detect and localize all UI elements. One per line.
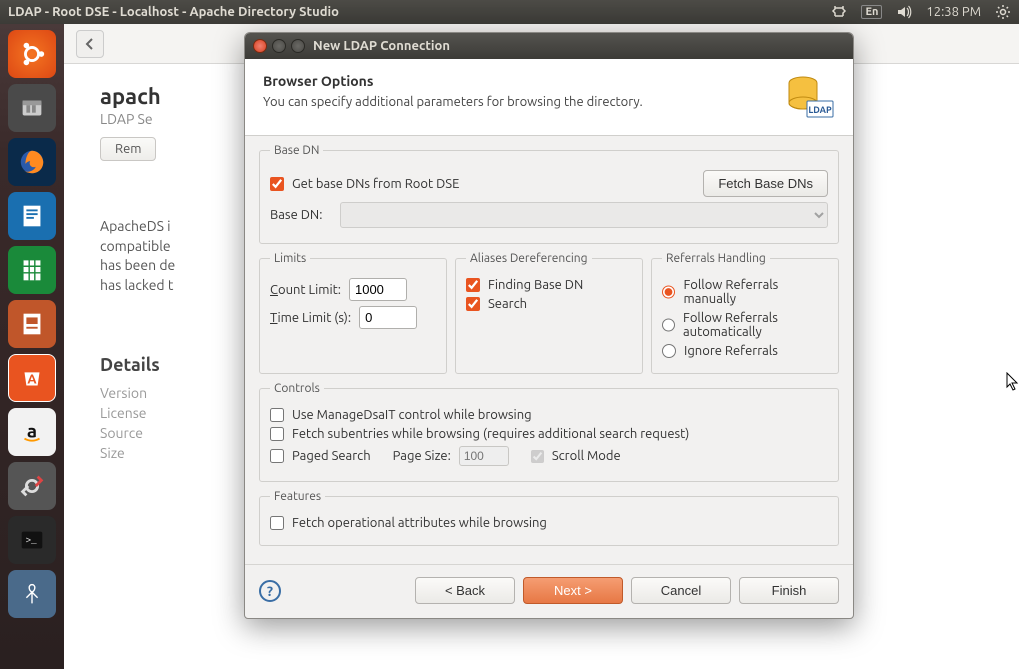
manage-dsa-label: Use ManageDsaIT control while browsing <box>292 408 532 422</box>
search-label: Search <box>488 297 527 311</box>
base-dn-select[interactable] <box>340 202 828 228</box>
directory-studio-icon[interactable] <box>8 570 56 618</box>
svg-text:LDAP: LDAP <box>808 105 832 115</box>
svg-text:A: A <box>27 373 37 387</box>
count-limit-input[interactable] <box>349 278 407 301</box>
page-size-input <box>459 446 509 466</box>
window-buttons <box>253 39 305 53</box>
dialog-header: Browser Options You can specify addition… <box>245 59 853 136</box>
dash-icon[interactable] <box>8 30 56 78</box>
firefox-icon[interactable] <box>8 138 56 186</box>
cancel-button[interactable]: Cancel <box>631 577 731 604</box>
dialog-footer: ? < Back Next > Cancel Finish <box>245 564 853 618</box>
time-limit-label: Time Limit (s): <box>270 311 351 325</box>
search-checkbox[interactable] <box>466 297 480 311</box>
next-button[interactable]: Next > <box>523 577 623 604</box>
referrals-ignore-radio[interactable] <box>662 344 676 358</box>
scroll-mode-label: Scroll Mode <box>552 449 621 463</box>
fetch-base-dns-button[interactable]: Fetch Base DNs <box>703 170 828 197</box>
cursor-icon <box>1006 372 1019 395</box>
scroll-mode-checkbox <box>531 450 544 463</box>
get-base-dns-checkbox[interactable] <box>270 177 284 191</box>
ldap-icon: LDAP <box>779 73 835 121</box>
paged-search-checkbox[interactable] <box>270 449 284 463</box>
base-dn-label: Base DN: <box>270 208 332 222</box>
remove-button[interactable]: Rem <box>100 137 156 161</box>
writer-icon[interactable] <box>8 192 56 240</box>
get-base-dns-label: Get base DNs from Root DSE <box>292 177 459 191</box>
close-icon[interactable] <box>253 39 267 53</box>
limits-legend: Limits <box>270 252 310 265</box>
clock[interactable]: 12:38 PM <box>926 5 981 19</box>
minimize-icon[interactable] <box>272 39 286 53</box>
controls-group: Controls Use ManageDsaIT control while b… <box>259 382 839 482</box>
top-panel: LDAP - Root DSE - Localhost - Apache Dir… <box>0 0 1019 24</box>
aliases-legend: Aliases Dereferencing <box>466 252 592 265</box>
features-group: Features Fetch operational attributes wh… <box>259 490 839 546</box>
limits-group: Limits Count Limit: Time Limit (s): <box>259 252 447 374</box>
page-size-label: Page Size: <box>393 449 451 463</box>
aliases-group: Aliases Dereferencing Finding Base DN Se… <box>455 252 643 374</box>
network-icon[interactable] <box>831 4 847 20</box>
referrals-manual-label: Follow Referrals manually <box>683 278 828 306</box>
impress-icon[interactable] <box>8 300 56 348</box>
finding-base-dn-checkbox[interactable] <box>466 278 480 292</box>
back-button[interactable]: < Back <box>415 577 515 604</box>
referrals-auto-radio[interactable] <box>662 318 675 332</box>
dialog-header-title: Browser Options <box>263 73 769 89</box>
dialog-titlebar[interactable]: New LDAP Connection <box>245 33 853 59</box>
base-dn-legend: Base DN <box>270 144 323 157</box>
referrals-legend: Referrals Handling <box>662 252 770 265</box>
terminal-icon[interactable]: >_ <box>8 516 56 564</box>
manage-dsa-checkbox[interactable] <box>270 408 284 422</box>
dialog-header-desc: You can specify additional parameters fo… <box>263 95 769 109</box>
controls-legend: Controls <box>270 382 324 395</box>
back-button[interactable] <box>76 30 104 58</box>
operational-attrs-label: Fetch operational attributes while brows… <box>292 516 547 530</box>
dialog-title: New LDAP Connection <box>313 39 450 53</box>
paged-search-label: Paged Search <box>292 449 371 463</box>
time-limit-input[interactable] <box>359 306 417 329</box>
settings-icon[interactable] <box>8 462 56 510</box>
software-center-icon[interactable]: A <box>8 354 56 402</box>
maximize-icon[interactable] <box>291 39 305 53</box>
operational-attrs-checkbox[interactable] <box>270 516 284 530</box>
svg-text:>_: >_ <box>25 535 37 546</box>
referrals-manual-radio[interactable] <box>662 285 675 299</box>
svg-text:a: a <box>27 421 37 442</box>
features-legend: Features <box>270 490 325 503</box>
referrals-auto-label: Follow Referrals automatically <box>683 311 828 339</box>
unity-launcher: A a >_ <box>0 24 64 669</box>
base-dn-group: Base DN Get base DNs from Root DSE Fetch… <box>259 144 839 244</box>
finish-button[interactable]: Finish <box>739 577 839 604</box>
gear-icon[interactable] <box>995 4 1011 20</box>
window-title: LDAP - Root DSE - Localhost - Apache Dir… <box>8 5 831 19</box>
finding-base-dn-label: Finding Base DN <box>488 278 583 292</box>
help-icon[interactable]: ? <box>259 580 281 602</box>
new-ldap-connection-dialog: New LDAP Connection Browser Options You … <box>244 32 854 619</box>
referrals-group: Referrals Handling Follow Referrals manu… <box>651 252 839 374</box>
files-icon[interactable] <box>8 84 56 132</box>
system-tray: En 12:38 PM <box>831 4 1011 20</box>
referrals-ignore-label: Ignore Referrals <box>684 344 778 358</box>
calc-icon[interactable] <box>8 246 56 294</box>
keyboard-layout-indicator[interactable]: En <box>861 5 882 19</box>
subentries-checkbox[interactable] <box>270 427 284 441</box>
amazon-icon[interactable]: a <box>8 408 56 456</box>
subentries-label: Fetch subentries while browsing (require… <box>292 427 689 441</box>
count-limit-label: Count Limit: <box>270 283 341 297</box>
volume-icon[interactable] <box>896 4 912 20</box>
